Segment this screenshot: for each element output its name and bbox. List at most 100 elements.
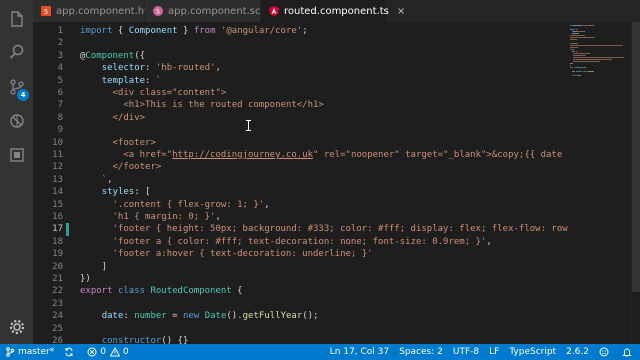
code-token: template xyxy=(101,75,146,86)
status-bar: master* 0 0 Ln 17, Col 37 Spaces: 2 UTF-… xyxy=(0,344,640,360)
sync-icon xyxy=(65,347,73,357)
minimap[interactable] xyxy=(568,22,630,344)
code-token: : xyxy=(145,75,156,86)
minimap-token xyxy=(570,67,574,68)
code-token: , xyxy=(215,212,221,222)
source-control-icon[interactable]: 4 xyxy=(0,72,33,102)
code-line: styles: [ xyxy=(80,186,151,198)
code-token: </div> xyxy=(80,112,146,123)
code-token: class xyxy=(117,286,146,297)
line-number: 2 xyxy=(57,38,63,49)
code-token: date xyxy=(101,311,124,322)
tab-label: app.component.scss xyxy=(168,5,271,17)
language-mode[interactable]: TypeScript xyxy=(504,344,561,360)
line-number: 24 xyxy=(52,311,63,322)
minimap-token xyxy=(573,53,589,54)
search-icon[interactable] xyxy=(0,37,33,67)
close-tab-icon[interactable]: × xyxy=(397,6,405,17)
code-token: (); xyxy=(302,311,319,322)
code-line: </div> xyxy=(80,112,146,124)
minimap-token xyxy=(573,57,624,58)
line-number: 25 xyxy=(52,323,63,334)
code-line: date: number = new Date().getFullYear(); xyxy=(80,310,319,322)
vertical-scrollbar[interactable] xyxy=(630,22,640,344)
code-token: constructor xyxy=(101,336,162,344)
line-number: 1 xyxy=(57,26,63,36)
line-number: 20 xyxy=(52,261,63,272)
debug-icon[interactable] xyxy=(0,106,33,136)
explorer-files-icon[interactable] xyxy=(0,4,33,34)
line-number: 13 xyxy=(52,174,63,185)
minimap-token xyxy=(588,53,590,54)
html-file-icon: 5 xyxy=(41,6,51,16)
code-token: 'hb-routed' xyxy=(155,63,216,74)
line-number: 18 xyxy=(52,236,63,247)
line-number: 22 xyxy=(52,286,63,297)
line-number: 8 xyxy=(57,112,63,123)
code-line: 'footer a:hover { text-decoration: under… xyxy=(80,248,373,260)
minimap-token xyxy=(583,31,585,32)
scrollbar-thumb[interactable] xyxy=(632,22,640,292)
minimap-token xyxy=(584,25,593,26)
minimap-token xyxy=(592,25,594,26)
typescript-version[interactable]: 2.6.2 xyxy=(561,344,594,360)
line-number: 5 xyxy=(57,75,63,86)
scss-file-icon: S xyxy=(153,6,163,16)
code-token: (). xyxy=(226,311,243,322)
cursor-position[interactable]: Ln 17, Col 37 xyxy=(325,344,394,360)
minimap-token xyxy=(577,33,579,34)
feedback-button[interactable] xyxy=(594,344,617,360)
settings-gear-icon[interactable] xyxy=(0,312,33,342)
minimap-token xyxy=(585,67,587,68)
text-cursor-ibeam-icon xyxy=(246,120,251,131)
minimap-token xyxy=(570,65,572,66)
tab-app-component-html[interactable]: 5 app.component.html xyxy=(33,0,161,22)
code-token: 'footer a:hover { text-decoration: under… xyxy=(112,249,373,260)
tab-app-component-scss[interactable]: S app.component.scss xyxy=(145,0,271,22)
code-token: <footer> xyxy=(80,137,156,148)
minimap-token xyxy=(583,55,585,56)
notifications-button[interactable] xyxy=(617,344,640,360)
code-token: new xyxy=(183,311,200,322)
minimap-token xyxy=(593,45,624,46)
code-line: <a href="http://codingjourney.co.uk" rel… xyxy=(80,149,568,161)
code-token: http://codingjourney.co.uk xyxy=(172,150,314,160)
line-number: 11 xyxy=(52,150,63,160)
code-editor[interactable]: 1 2 3 4 5 6 7 8 9 10 11 12 13 14 15 16 17 18 19 20 21 22 23 24 2… xyxy=(33,22,568,344)
code-token: Component xyxy=(128,26,178,36)
code-line: <footer> xyxy=(80,137,156,149)
code-token: : xyxy=(123,311,135,322)
indentation[interactable]: Spaces: 2 xyxy=(394,344,448,360)
code-token: Component xyxy=(85,50,135,61)
sync-button[interactable] xyxy=(59,344,82,360)
file-encoding[interactable]: UTF-8 xyxy=(448,344,484,360)
extensions-icon[interactable] xyxy=(0,140,33,170)
code-token: , xyxy=(264,199,270,210)
tab-label: routed.component.ts xyxy=(284,5,389,17)
minimap-token xyxy=(570,37,595,38)
minimap-token xyxy=(575,51,578,52)
code-token: <h1>This is the routed component</h1> xyxy=(80,100,324,111)
code-token: , xyxy=(486,236,492,247)
tab-routed-component-ts[interactable]: routed.component.ts × xyxy=(261,0,405,22)
modified-line-indicator xyxy=(66,223,69,236)
svg-text:S: S xyxy=(156,9,160,16)
end-of-line[interactable]: LF xyxy=(484,344,504,360)
minimap-token xyxy=(570,47,579,48)
minimap-token xyxy=(570,45,580,46)
line-number: 7 xyxy=(57,100,63,111)
minimap-token xyxy=(570,63,573,64)
problems-indicator[interactable]: 0 0 xyxy=(82,344,133,360)
git-branch[interactable]: master* xyxy=(0,344,59,360)
code-area[interactable]: import { Component } from '@angular/core… xyxy=(80,22,568,344)
line-number: 15 xyxy=(52,199,63,210)
line-number: 19 xyxy=(52,249,63,260)
code-token: = xyxy=(166,311,183,322)
scm-badge: 4 xyxy=(17,89,29,101)
code-token: { xyxy=(231,286,243,297)
code-token: </footer> xyxy=(80,162,162,173)
